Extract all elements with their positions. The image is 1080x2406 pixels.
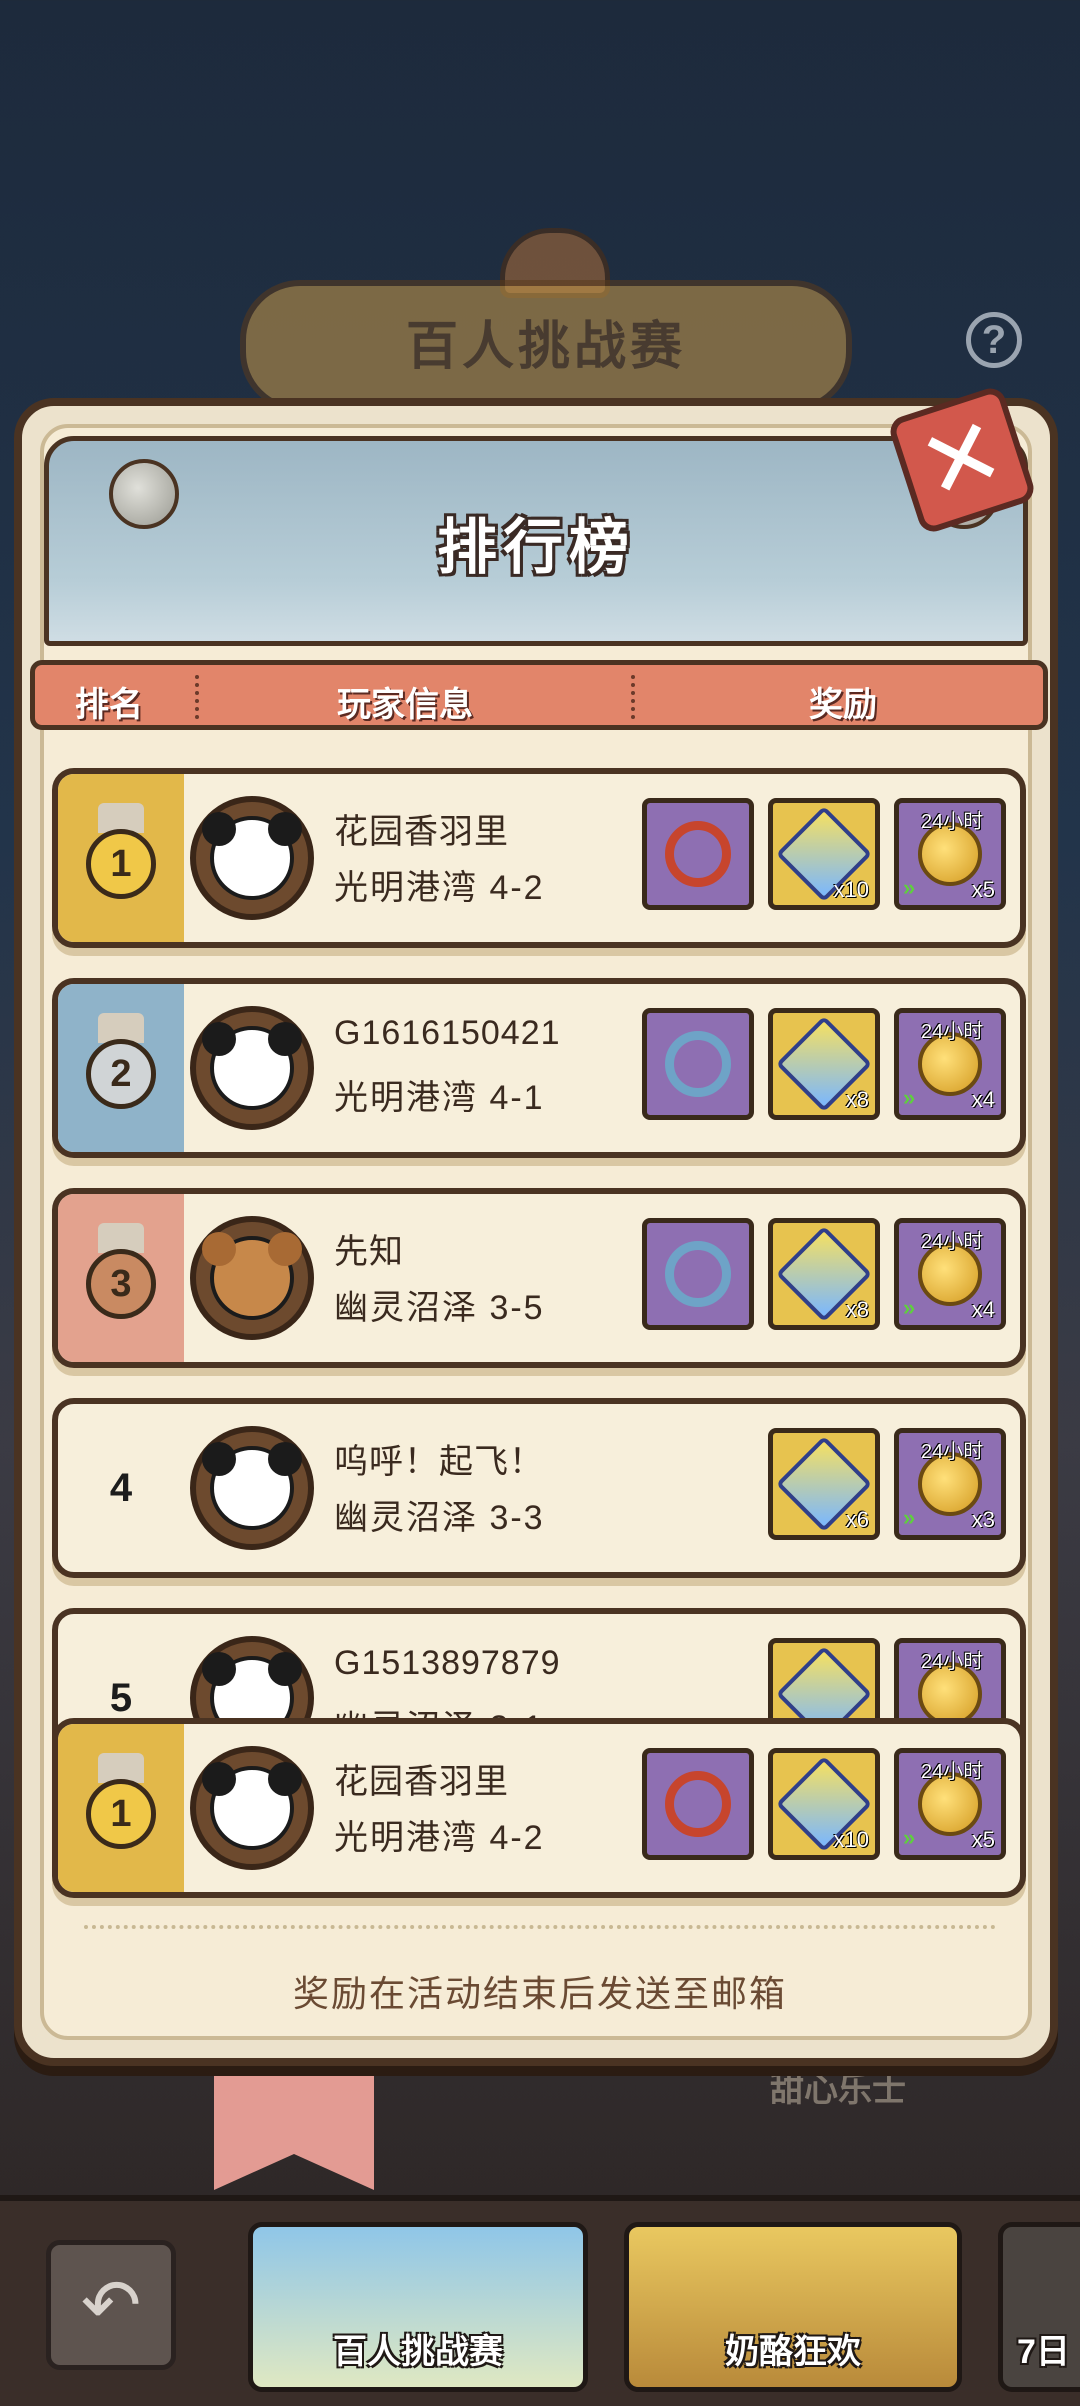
event-banner: 百人挑战赛 [240,280,852,412]
reward-cube[interactable]: x8 [768,1008,880,1120]
header-divider [195,675,199,719]
avatar[interactable] [190,1006,314,1130]
header-reward: 奖励 [809,686,877,724]
gold-medal-icon: 1 [84,1753,158,1863]
speed-arrow-icon: » [903,1825,916,1850]
player-name: 花园香羽里 [334,813,509,851]
avatar[interactable] [190,1426,314,1550]
player-stage: 光明港湾 4-2 [334,1819,545,1857]
panel-title: 排行榜 [437,514,635,581]
speed-arrow-icon: » [903,1085,916,1110]
header-rank: 排名 [75,686,143,724]
background-text: 甜心乐士 [770,2071,906,2109]
rank-cell: 2 [58,984,184,1152]
tab-hundred-challenge[interactable]: 百人挑战赛 [248,2222,588,2392]
reward-note: 奖励在活动结束后发送至邮箱 [292,1973,787,2014]
table-header: 排名 玩家信息 奖励 [30,660,1048,730]
rank-cell: 4 [58,1404,184,1572]
avatar[interactable] [190,1216,314,1340]
gold-medal-icon: 1 [84,803,158,913]
rank-cell: 3 [58,1194,184,1362]
event-banner-title: 百人挑战赛 [405,318,686,376]
rank-number: 4 [109,1465,133,1510]
avatar-frame-icon [665,1031,731,1097]
reward-coin[interactable]: 24小时» x3 [894,1428,1006,1540]
reward-coin[interactable]: 24小时» x5 [894,798,1006,910]
leaderboard-row-2[interactable]: 2 G1616150421 光明港湾 4-1 x8 24小时» x4 [52,978,1026,1158]
speed-arrow-icon: » [903,1295,916,1320]
avatar-frame-icon [665,821,731,887]
player-stage: 光明港湾 4-2 [334,869,545,907]
silver-medal-icon: 2 [84,1013,158,1123]
footer-divider [84,1925,996,1929]
avatar-frame-icon [665,1771,731,1837]
rank-number: 5 [109,1675,133,1720]
player-name: G1616150421 [334,1014,561,1052]
reward-coin[interactable]: 24小时» x4 [894,1218,1006,1330]
reward-avatar-frame[interactable] [642,1748,754,1860]
speed-arrow-icon: » [903,1505,916,1530]
reward-coin[interactable]: 24小时» x4 [894,1008,1006,1120]
reward-coin[interactable]: 24小时» x5 [894,1748,1006,1860]
player-name: G1513897879 [334,1644,561,1682]
avatar[interactable] [190,1746,314,1870]
header-divider [631,675,635,719]
speed-arrow-icon: » [903,875,916,900]
leaderboard-row-1[interactable]: 1 花园香羽里 光明港湾 4-2 x10 24小时» x5 [52,768,1026,948]
back-button[interactable]: ↶ [46,2240,176,2370]
player-stage: 光明港湾 4-1 [334,1079,545,1117]
reward-avatar-frame[interactable] [642,1008,754,1120]
player-stage: 幽灵沼泽 3-3 [334,1499,545,1537]
my-rank-row[interactable]: 1 花园香羽里 光明港湾 4-2 x10 24小时» x5 [52,1718,1026,1898]
bronze-medal-icon: 3 [84,1223,158,1333]
avatar[interactable] [190,796,314,920]
player-name: 花园香羽里 [334,1763,509,1801]
header-player: 玩家信息 [337,686,473,724]
help-button[interactable]: ? [966,312,1022,368]
avatar-frame-icon [665,1241,731,1307]
reward-cube[interactable]: x8 [768,1218,880,1330]
reward-cube[interactable]: x10 [768,1748,880,1860]
rank-cell: 1 [58,1724,184,1892]
player-name: 呜呼！起飞！ [334,1443,544,1481]
reward-avatar-frame[interactable] [642,798,754,910]
leaderboard-row-3[interactable]: 3 先知 幽灵沼泽 3-5 x8 24小时» x4 [52,1188,1026,1368]
reward-cube[interactable]: x10 [768,798,880,910]
tab-seven-day[interactable]: 7日 [998,2222,1080,2392]
reward-cube[interactable]: x6 [768,1428,880,1540]
rank-cell: 1 [58,774,184,942]
player-stage: 幽灵沼泽 3-5 [334,1289,545,1327]
back-arrow-icon: ↶ [80,2266,142,2346]
panel-header: 排行榜 [44,436,1028,646]
tab-cheese-carnival[interactable]: 奶酪狂欢 [624,2222,962,2392]
leaderboard-row-4[interactable]: 4 呜呼！起飞！ 幽灵沼泽 3-3 x6 24小时» x3 [52,1398,1026,1578]
reward-avatar-frame[interactable] [642,1218,754,1330]
player-name: 先知 [334,1233,404,1271]
